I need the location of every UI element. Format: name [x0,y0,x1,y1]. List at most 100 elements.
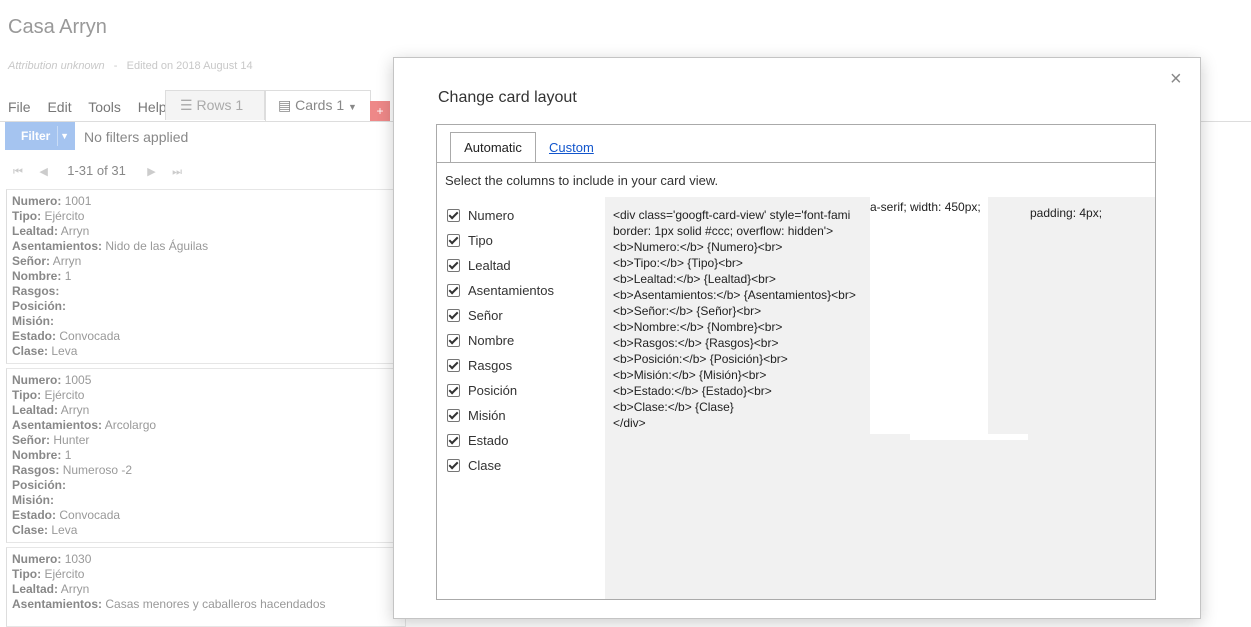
card-field: Numero: 1001 [12,194,405,209]
card-field-label: Señor: [12,254,51,268]
card-field-value: Ejército [44,209,85,223]
card-field-value: Arryn [60,224,90,238]
card-field-value: Convocada [59,508,121,522]
card-field: Numero: 1005 [12,373,405,388]
chevron-down-icon: ▼ [60,131,69,141]
column-checkbox[interactable] [447,309,460,322]
card-field-label: Estado: [12,508,57,522]
card-field: Posición: [12,478,405,493]
column-option[interactable]: Rasgos [447,353,554,378]
first-page-icon[interactable]: ⏮ [10,166,26,179]
card-field: Lealtad: Arryn [12,403,405,418]
card-field-label: Asentamientos: [12,239,103,253]
card-field: Estado: Convocada [12,329,405,344]
column-checkbox[interactable] [447,284,460,297]
card-field: Señor: Hunter [12,433,405,448]
filter-button[interactable]: Filter ▼ [5,122,75,150]
card-field-label: Señor: [12,433,51,447]
column-checkbox[interactable] [447,334,460,347]
column-option[interactable]: Estado [447,428,554,453]
layout-panel: Automatic Custom Select the columns to i… [436,124,1156,600]
column-checkbox[interactable] [447,234,460,247]
instructions-text: Select the columns to include in your ca… [445,173,719,188]
card-field-value: Ejército [44,567,85,581]
column-checkbox[interactable] [447,384,460,397]
filter-button-label: Filter [21,129,51,143]
column-option[interactable]: Asentamientos [447,278,554,303]
next-page-icon[interactable]: ▶ [143,165,159,178]
column-option[interactable]: Posición [447,378,554,403]
column-label: Misión [468,408,506,423]
dialog-title: Change card layout [438,89,577,106]
card-field-label: Tipo: [12,567,42,581]
code-preview-overlay-bottom [910,434,1028,440]
attribution-line: Attribution unknown - Edited on 2018 Aug… [8,60,253,72]
column-label: Estado [468,433,509,448]
tab-cards[interactable]: ▤ Cards 1 ▼ [265,90,371,122]
card-field-label: Clase: [12,344,49,358]
card-field: Asentamientos: Nido de las Águilas [12,239,405,254]
card-field: Numero: 1030 [12,552,405,567]
tab-rows[interactable]: ☰ Rows 1 [165,90,265,120]
card-field-label: Estado: [12,329,57,343]
card-field: Clase: Leva [12,344,405,359]
column-option[interactable]: Lealtad [447,253,554,278]
column-checkbox[interactable] [447,359,460,372]
card-field-label: Lealtad: [12,224,59,238]
card-field-value: Ejército [44,388,85,402]
card-field: Señor: Arryn [12,254,405,269]
card-field-value: 1 [64,269,72,283]
card-field-value: Numeroso -2 [62,463,133,477]
card-field-label: Posición: [12,478,67,492]
column-label: Numero [468,208,515,223]
card-field-label: Nombre: [12,448,62,462]
prev-page-icon[interactable]: ◀ [36,165,52,178]
column-checkbox[interactable] [447,209,460,222]
card-field-value: Arcolargo [104,418,157,432]
change-card-layout-dialog: Change card layout × Automatic Custom Se… [393,57,1201,619]
column-checkbox[interactable] [447,459,460,472]
tab-custom[interactable]: Custom [549,140,594,155]
card-field-value: Leva [51,344,78,358]
add-tab-button[interactable]: + [370,101,390,121]
card-field-label: Numero: [12,552,62,566]
attribution-separator: - [113,60,118,72]
column-option[interactable]: Misión [447,403,554,428]
card-field-label: Asentamientos: [12,597,103,611]
card-field-value: 1001 [64,194,92,208]
card-field-label: Numero: [12,373,62,387]
column-label: Nombre [468,333,515,348]
card-field: Nombre: 1 [12,448,405,463]
column-option[interactable]: Numero [447,203,554,228]
code-preview-fragment: a-serif; width: 450px; [870,200,981,214]
rows-icon: ☰ [180,97,193,113]
card-field-label: Numero: [12,194,62,208]
card-field-value: 1 [64,448,72,462]
column-option[interactable]: Clase [447,453,554,478]
column-checkbox[interactable] [447,409,460,422]
card-field-value: Convocada [59,329,121,343]
card-field-value: Arryn [52,254,82,268]
card-field-value: Casas menores y caballeros hacendados [105,597,326,611]
close-icon[interactable]: × [1170,68,1182,91]
column-option[interactable]: Tipo [447,228,554,253]
code-preview: <div class='googft-card-view' style='fon… [605,197,1155,599]
menu-file[interactable]: File [8,99,31,115]
column-option[interactable]: Nombre [447,328,554,353]
chevron-down-icon: ▼ [348,102,357,112]
card-field-label: Tipo: [12,388,42,402]
card-field: Misión: [12,314,405,329]
column-checkbox[interactable] [447,259,460,272]
tab-automatic[interactable]: Automatic [450,132,536,163]
card-field: Estado: Convocada [12,508,405,523]
last-page-icon[interactable]: ⏭ [169,166,185,179]
column-label: Asentamientos [468,283,554,298]
column-checkbox-list: Numero Tipo Lealtad Asentamientos Señor Nombr… [447,203,554,478]
edited-date: Edited on 2018 August 14 [126,60,253,72]
menu-tools[interactable]: Tools [88,99,121,115]
column-option[interactable]: Señor [447,303,554,328]
column-checkbox[interactable] [447,434,460,447]
tab-rows-label: Rows 1 [196,97,244,113]
menu-edit[interactable]: Edit [47,99,71,115]
menu-help[interactable]: Help [138,99,167,115]
